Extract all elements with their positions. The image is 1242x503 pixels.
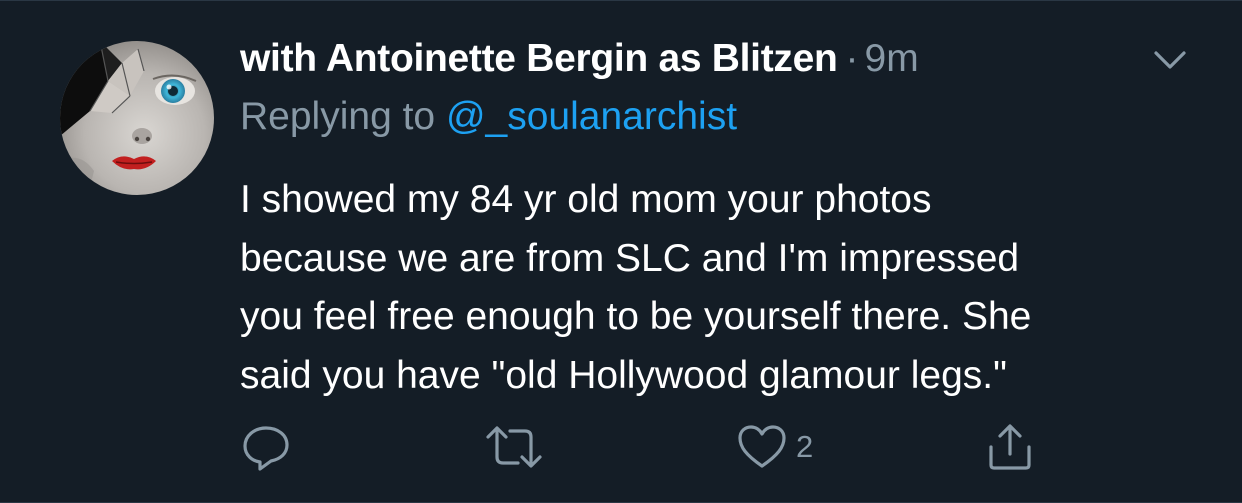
share-button[interactable]: [984, 421, 1036, 473]
tweet-text: I showed my 84 yr old mom your photos be…: [240, 171, 1200, 405]
tweet-actions: 2: [240, 421, 1040, 473]
tweet-header: with Antoinette Bergin as Blitzen · 9m: [240, 37, 919, 87]
like-count: 2: [796, 429, 814, 464]
tweet-text-line: I showed my 84 yr old mom your photos: [240, 178, 932, 221]
replying-to: Replying to @_soulanarchist: [240, 95, 737, 139]
mention-link[interactable]: @_soulanarchist: [446, 95, 737, 138]
reply-icon: [243, 426, 289, 471]
tweet-text-line: you feel free enough to be yourself ther…: [240, 295, 1032, 338]
porcelain-doll-face-image: [60, 41, 214, 195]
more-options-button[interactable]: [1150, 45, 1190, 75]
tweet-text-line: said you have "old Hollywood glamour leg…: [240, 353, 1007, 397]
chevron-down-icon: [1154, 51, 1186, 69]
share-icon: [989, 424, 1031, 470]
display-name[interactable]: with Antoinette Bergin as Blitzen: [240, 37, 838, 81]
heart-icon: [738, 425, 786, 468]
tweet-text-line: because we are from SLC and I'm impresse…: [240, 236, 1020, 280]
like-button[interactable]: 2: [736, 421, 813, 473]
timestamp[interactable]: 9m: [865, 37, 919, 81]
retweet-icon: [486, 426, 542, 468]
reply-button[interactable]: [240, 421, 292, 473]
separator-dot: ·: [845, 37, 859, 80]
retweet-button[interactable]: [484, 421, 544, 473]
avatar[interactable]: [60, 41, 214, 195]
tweet[interactable]: with Antoinette Bergin as Blitzen · 9m R…: [0, 0, 1242, 503]
replying-to-label: Replying to: [240, 95, 446, 138]
